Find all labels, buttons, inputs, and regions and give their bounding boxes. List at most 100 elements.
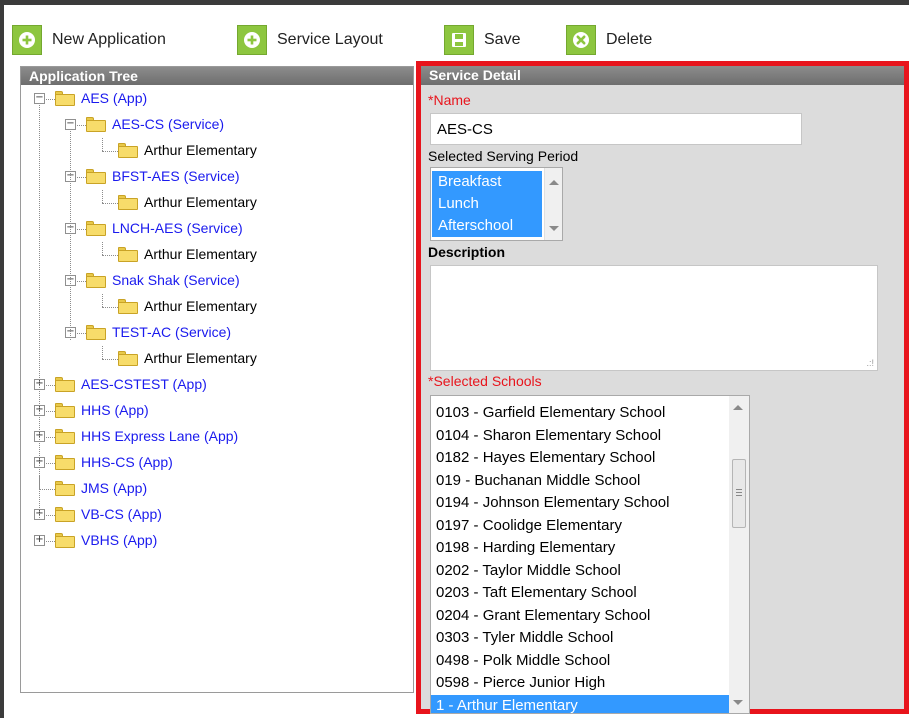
description-textarea[interactable]: .:! <box>430 265 878 371</box>
school-option[interactable]: 1 - Arthur Elementary <box>431 694 731 713</box>
folder-icon <box>55 429 75 444</box>
tree-connector <box>46 541 55 542</box>
schools-scrollbar[interactable] <box>729 396 749 713</box>
tree-connector <box>46 515 55 516</box>
tree-expand-icon[interactable]: + <box>34 535 45 546</box>
service-layout-button[interactable]: Service Layout <box>237 25 383 55</box>
serving-period-listbox[interactable]: Breakfast Lunch Afterschool <box>430 167 563 241</box>
tree-connector <box>46 463 55 464</box>
school-option[interactable]: 0204 - Grant Elementary School <box>431 605 731 627</box>
tree-node-label[interactable]: Arthur Elementary <box>144 350 257 366</box>
tree-connector <box>46 437 55 438</box>
tree-node-label[interactable]: HHS (App) <box>81 402 149 418</box>
application-tree-header: Application Tree <box>21 67 413 85</box>
folder-icon <box>86 169 106 184</box>
tree-node-label[interactable]: LNCH-AES (Service) <box>112 220 243 236</box>
delete-button[interactable]: Delete <box>566 25 652 55</box>
delete-label: Delete <box>606 31 653 48</box>
tree-node-label[interactable]: TEST-AC (Service) <box>112 324 231 340</box>
school-option[interactable]: 0202 - Taylor Middle School <box>431 560 731 582</box>
tree-connector <box>102 346 103 359</box>
folder-icon <box>118 299 138 314</box>
scroll-down-icon[interactable] <box>733 700 743 705</box>
tree-node-label[interactable]: AES-CS (Service) <box>112 116 224 132</box>
folder-icon <box>86 221 106 236</box>
tree-connector <box>102 307 118 308</box>
tree-connector <box>46 385 55 386</box>
school-option[interactable]: 0203 - Taft Elementary School <box>431 582 731 604</box>
school-option[interactable]: 0182 - Hayes Elementary School <box>431 447 731 469</box>
tree-connector <box>77 125 86 126</box>
tree-node-label[interactable]: BFST-AES (Service) <box>112 168 240 184</box>
tree-node-label[interactable]: VB-CS (App) <box>81 506 162 522</box>
serving-period-scrollbar[interactable] <box>544 168 562 240</box>
folder-icon <box>118 247 138 262</box>
serving-period-option[interactable]: Lunch <box>432 193 542 215</box>
tree-connector <box>77 333 86 334</box>
scroll-down-icon[interactable] <box>549 226 559 231</box>
school-option[interactable]: 0498 - Polk Middle School <box>431 650 731 672</box>
tree-connector <box>102 190 103 203</box>
tree-connector <box>46 99 55 100</box>
folder-icon <box>55 455 75 470</box>
folder-icon <box>86 325 106 340</box>
folder-icon <box>118 351 138 366</box>
school-option[interactable]: 0104 - Sharon Elementary School <box>431 425 731 447</box>
tree-node-label[interactable]: Arthur Elementary <box>144 194 257 210</box>
selected-schools-label: *Selected Schools <box>428 373 542 389</box>
school-option[interactable]: 0194 - Johnson Elementary School <box>431 492 731 514</box>
tree-collapse-icon[interactable]: − <box>34 93 45 104</box>
scroll-up-icon[interactable] <box>549 180 559 185</box>
service-detail-panel: Service Detail *Name Selected Serving Pe… <box>416 61 909 714</box>
new-application-button[interactable]: New Application <box>12 25 166 55</box>
application-tree-panel: Application Tree − AES (App) − AES-CS (Serv… <box>20 66 414 693</box>
serving-period-option[interactable]: Afterschool <box>432 215 542 237</box>
folder-icon <box>55 403 75 418</box>
tree-connector <box>102 359 118 360</box>
tree-connector <box>39 489 55 490</box>
tree-node-label[interactable]: AES (App) <box>81 90 147 106</box>
save-button[interactable]: Save <box>444 25 520 55</box>
serving-period-option[interactable]: Breakfast <box>432 171 542 193</box>
scroll-up-icon[interactable] <box>733 405 743 410</box>
tree-connector <box>70 131 71 340</box>
save-label: Save <box>484 31 521 48</box>
tree-node-label[interactable]: HHS Express Lane (App) <box>81 428 238 444</box>
tree-node-label[interactable]: Snak Shak (Service) <box>112 272 240 288</box>
name-label-text: Name <box>433 92 471 108</box>
school-option[interactable]: 0598 - Pierce Junior High <box>431 672 731 694</box>
tree-node-label[interactable]: Arthur Elementary <box>144 142 257 158</box>
school-option[interactable]: 0197 - Coolidge Elementary <box>431 515 731 537</box>
tree-node-label[interactable]: AES-CSTEST (App) <box>81 376 207 392</box>
tree-node-label[interactable]: Arthur Elementary <box>144 298 257 314</box>
tree-node-label[interactable]: VBHS (App) <box>81 532 157 548</box>
school-option[interactable]: 0303 - Tyler Middle School <box>431 627 731 649</box>
window-frame-left <box>0 0 4 718</box>
folder-icon <box>86 273 106 288</box>
selected-schools-listbox[interactable]: 0103 - Garfield Elementary School 0104 - … <box>430 395 750 714</box>
name-field-label: *Name <box>428 92 471 108</box>
tree-connector <box>102 255 118 256</box>
folder-icon <box>55 533 75 548</box>
tree-connector <box>77 177 86 178</box>
school-option[interactable]: 019 - Buchanan Middle School <box>431 470 731 492</box>
folder-icon <box>55 481 75 496</box>
tree-connector <box>77 229 86 230</box>
add-circle-icon <box>12 25 42 55</box>
toolbar: New Application Service Layout Save Dele… <box>4 5 909 61</box>
tree-node-label[interactable]: Arthur Elementary <box>144 246 257 262</box>
name-input[interactable] <box>430 113 802 145</box>
close-circle-icon <box>566 25 596 55</box>
resize-grip-icon[interactable]: .:! <box>866 359 874 368</box>
tree-node-label[interactable]: JMS (App) <box>81 480 147 496</box>
service-detail-header: Service Detail <box>421 66 904 85</box>
scroll-thumb[interactable] <box>732 459 746 528</box>
tree-connector <box>102 294 103 307</box>
tree-connector <box>77 281 86 282</box>
tree-node-label[interactable]: HHS-CS (App) <box>81 454 173 470</box>
description-label: Description <box>428 244 506 260</box>
school-option[interactable]: 0103 - Garfield Elementary School <box>431 402 731 424</box>
tree-collapse-icon[interactable]: − <box>65 119 76 130</box>
school-option[interactable]: 0198 - Harding Elementary <box>431 537 731 559</box>
tree-connector <box>46 411 55 412</box>
